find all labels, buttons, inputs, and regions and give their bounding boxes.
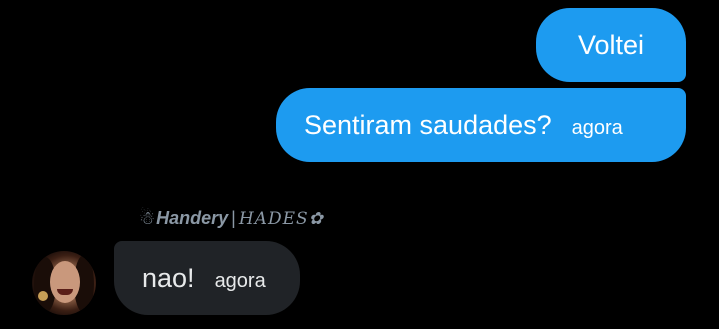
avatar[interactable] xyxy=(32,251,96,315)
message-timestamp: agora xyxy=(214,270,266,292)
sender-separator: | xyxy=(231,208,236,228)
message-timestamp: agora xyxy=(571,117,623,139)
message-bubble-outgoing[interactable]: Sentiram saudades? agora xyxy=(276,88,686,162)
sender-alt-name: HADES✿ xyxy=(238,208,324,229)
message-bubble-incoming[interactable]: nao! agora xyxy=(114,241,300,315)
message-text: Voltei xyxy=(577,29,645,60)
message-bubble-outgoing[interactable]: Voltei xyxy=(536,8,686,82)
sender-display-name: Handery xyxy=(156,208,229,228)
message-text: Sentiram saudades? xyxy=(304,109,552,140)
sender-decoration-icon: ☃ xyxy=(139,208,156,228)
dm-conversation: Voltei Sentiram saudades? agora ☃ Hander… xyxy=(0,0,719,329)
message-text: nao! xyxy=(142,262,195,293)
sender-name-label: ☃ Handery | HADES✿ xyxy=(139,208,324,229)
